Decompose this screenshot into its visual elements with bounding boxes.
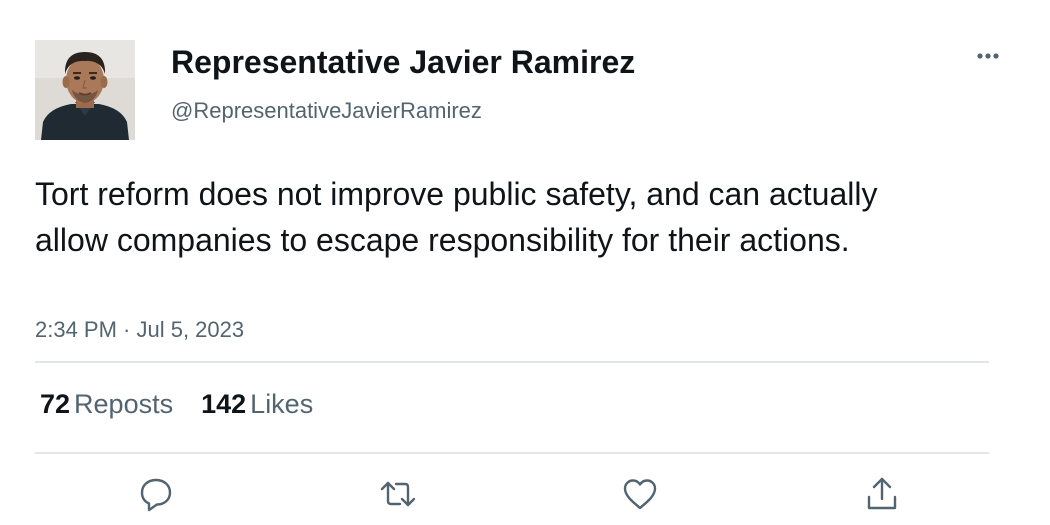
heart-icon: [623, 479, 657, 510]
reply-button[interactable]: [136, 474, 176, 514]
divider: [35, 361, 989, 363]
author-display-name[interactable]: Representative Javier Ramirez: [171, 42, 635, 82]
reposts-label: Reposts: [74, 389, 174, 419]
more-horizontal-icon: [977, 53, 999, 59]
author-handle[interactable]: @RepresentativeJavierRamirez: [171, 96, 482, 126]
tweet-timestamp[interactable]: 2:34 PM · Jul 5, 2023: [35, 315, 244, 345]
reposts-stat[interactable]: 72 Reposts: [40, 386, 173, 422]
reposts-count: 72: [40, 389, 71, 419]
divider: [35, 452, 989, 454]
likes-count: 142: [201, 389, 247, 419]
more-options-button[interactable]: [966, 40, 1010, 72]
tweet-text: Tort reform does not improve public safe…: [35, 176, 878, 258]
likes-stat[interactable]: 142 Likes: [201, 386, 313, 422]
likes-label: Likes: [250, 389, 314, 419]
share-icon: [867, 477, 897, 510]
avatar-photo-icon: [35, 40, 135, 140]
repost-button[interactable]: [378, 474, 418, 514]
share-button[interactable]: [862, 474, 902, 514]
repost-icon: [380, 481, 416, 507]
reply-icon: [140, 478, 172, 512]
engagement-stats: 72 Reposts 142 Likes: [40, 386, 313, 422]
avatar[interactable]: [35, 40, 135, 140]
like-button[interactable]: [620, 474, 660, 514]
